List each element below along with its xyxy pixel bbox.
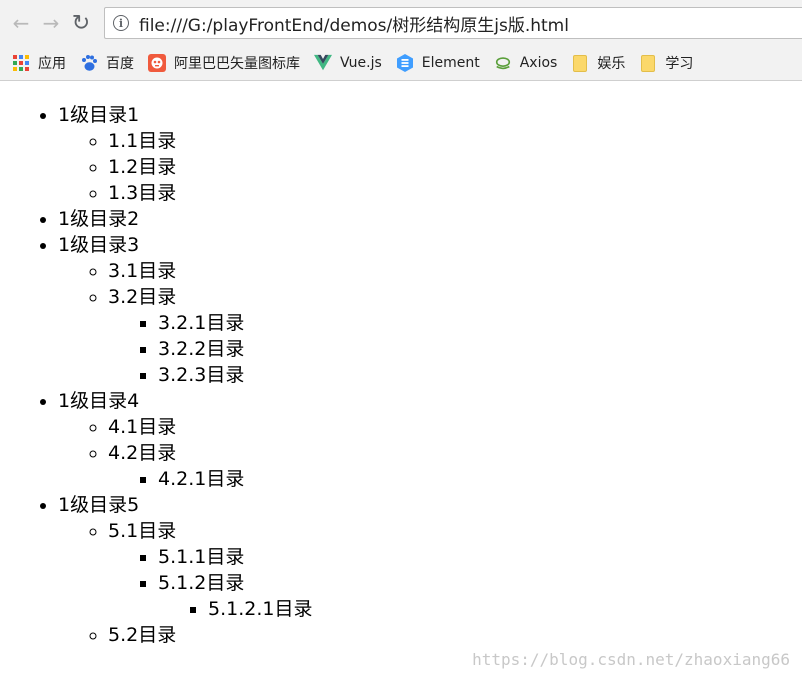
tree-item: 1.2目录: [108, 154, 312, 180]
tree-item: 3.2.2目录: [158, 336, 312, 362]
tree-item-label: 3.1目录: [108, 260, 177, 282]
tree-item-label: 5.1目录: [108, 520, 177, 542]
tree-item: 5.1.2.1目录: [208, 596, 312, 622]
tree-list: 1级目录1 1.1目录 1.2目录 1.3目录 1级目录2 1级目录3 3.1目…: [0, 102, 312, 648]
baidu-paw-icon: [80, 54, 98, 72]
url-text[interactable]: file:///G:/playFrontEnd/demos/树形结构原生js版.…: [139, 11, 569, 36]
bookmark-folder-entertainment[interactable]: 娱乐: [571, 53, 625, 73]
tree-sublist: 3.1目录 3.2目录 3.2.1目录 3.2.2目录 3.2.3目录: [58, 258, 312, 388]
tree-item-label: 3.2.1目录: [158, 312, 245, 334]
arrow-left-icon: ←: [12, 11, 30, 35]
tree-item: 1级目录3 3.1目录 3.2目录 3.2.1目录 3.2.2目录 3.2.3目…: [58, 232, 312, 388]
tree-item: 4.2.1目录: [158, 466, 312, 492]
tree-item-label: 4.2目录: [108, 442, 177, 464]
info-icon[interactable]: i: [113, 15, 129, 31]
tree-item: 5.1目录 5.1.1目录 5.1.2目录 5.1.2.1目录: [108, 518, 312, 622]
bookmark-apps[interactable]: 应用: [12, 53, 66, 73]
browser-toolbar: ← → ↻ i file:///G:/playFrontEnd/demos/树形…: [0, 0, 802, 46]
tree-sublist: 4.2.1目录: [108, 466, 312, 492]
tree-sublist: 1.1目录 1.2目录 1.3目录: [58, 128, 312, 206]
tree-item-label: 1级目录5: [58, 494, 140, 516]
bookmark-label: 阿里巴巴矢量图标库: [174, 56, 300, 72]
apps-grid-icon: [12, 54, 30, 72]
tree-sublist: 5.1.2.1目录: [158, 596, 312, 622]
folder-icon: [571, 54, 589, 72]
page-content: 1级目录1 1.1目录 1.2目录 1.3目录 1级目录2 1级目录3 3.1目…: [0, 102, 312, 648]
tree-item-label: 5.1.2.1目录: [208, 598, 313, 620]
tree-item-label: 4.2.1目录: [158, 468, 245, 490]
tree-item: 1.1目录: [108, 128, 312, 154]
bookmark-baidu[interactable]: 百度: [80, 53, 134, 73]
tree-sublist: 4.1目录 4.2目录 4.2.1目录: [58, 414, 312, 492]
bookmark-folder-study[interactable]: 学习: [639, 53, 693, 73]
tree-item: 5.1.1目录: [158, 544, 312, 570]
tree-item: 5.2目录: [108, 622, 312, 648]
tree-item: 5.1.2目录 5.1.2.1目录: [158, 570, 312, 622]
watermark: https://blog.csdn.net/zhaoxiang66: [472, 650, 790, 669]
tree-item: 1级目录2: [58, 206, 312, 232]
tree-sublist: 5.1.1目录 5.1.2目录 5.1.2.1目录: [108, 544, 312, 622]
tree-item: 1级目录4 4.1目录 4.2目录 4.2.1目录: [58, 388, 312, 492]
tree-item-label: 1.1目录: [108, 130, 177, 152]
bookmark-label: Element: [421, 55, 480, 71]
bookmark-label: 应用: [38, 56, 66, 72]
bookmark-label: Vue.js: [340, 55, 382, 71]
element-logo-icon: [396, 54, 414, 72]
axios-logo-icon: [494, 54, 512, 72]
tree-item-label: 1级目录3: [58, 234, 140, 256]
bookmark-vue[interactable]: Vue.js: [314, 54, 382, 72]
tree-item-label: 3.2.2目录: [158, 338, 245, 360]
address-bar[interactable]: i file:///G:/playFrontEnd/demos/树形结构原生js…: [104, 7, 802, 39]
tree-item-label: 5.1.2目录: [158, 572, 245, 594]
bookmark-axios[interactable]: Axios: [494, 54, 558, 72]
tree-item: 3.2.3目录: [158, 362, 312, 388]
tree-item-label: 4.1目录: [108, 416, 177, 438]
iconfont-icon: [148, 54, 166, 72]
reload-icon: ↻: [71, 10, 91, 36]
forward-button[interactable]: →: [36, 8, 66, 38]
tree-item-label: 3.2.3目录: [158, 364, 245, 386]
tree-item: 1级目录5 5.1目录 5.1.1目录 5.1.2目录 5.1.2.1目录: [58, 492, 312, 648]
tree-item: 1.3目录: [108, 180, 312, 206]
reload-button[interactable]: ↻: [66, 8, 96, 38]
bookmark-iconfont[interactable]: 阿里巴巴矢量图标库: [148, 53, 300, 73]
tree-item: 3.1目录: [108, 258, 312, 284]
folder-icon: [639, 54, 657, 72]
tree-item-label: 3.2目录: [108, 286, 177, 308]
tree-item: 1级目录1 1.1目录 1.2目录 1.3目录: [58, 102, 312, 206]
tree-item: 4.2目录 4.2.1目录: [108, 440, 312, 492]
vue-logo-icon: [314, 54, 332, 72]
tree-item-label: 1级目录4: [58, 390, 140, 412]
tree-item-label: 1.2目录: [108, 156, 177, 178]
tree-item: 4.1目录: [108, 414, 312, 440]
tree-item: 3.2.1目录: [158, 310, 312, 336]
tree-item-label: 1.3目录: [108, 182, 177, 204]
tree-sublist: 3.2.1目录 3.2.2目录 3.2.3目录: [108, 310, 312, 388]
tree-item-label: 5.1.1目录: [158, 546, 245, 568]
tree-item: 3.2目录 3.2.1目录 3.2.2目录 3.2.3目录: [108, 284, 312, 388]
bookmarks-bar: 应用 百度 阿里巴巴矢量图标库 Vue.js Element Axios 娱乐 …: [0, 46, 802, 81]
bookmark-label: 百度: [106, 56, 134, 72]
tree-item-label: 1级目录1: [58, 104, 140, 126]
arrow-right-icon: →: [42, 11, 60, 35]
bookmark-label: 学习: [665, 56, 694, 72]
tree-item-label: 5.2目录: [108, 624, 177, 646]
bookmark-label: Axios: [519, 55, 558, 71]
tree-sublist: 5.1目录 5.1.1目录 5.1.2目录 5.1.2.1目录 5.2目录: [58, 518, 312, 648]
back-button[interactable]: ←: [6, 8, 36, 38]
tree-item-label: 1级目录2: [58, 208, 140, 230]
bookmark-element[interactable]: Element: [396, 54, 480, 72]
bookmark-label: 娱乐: [597, 56, 626, 72]
